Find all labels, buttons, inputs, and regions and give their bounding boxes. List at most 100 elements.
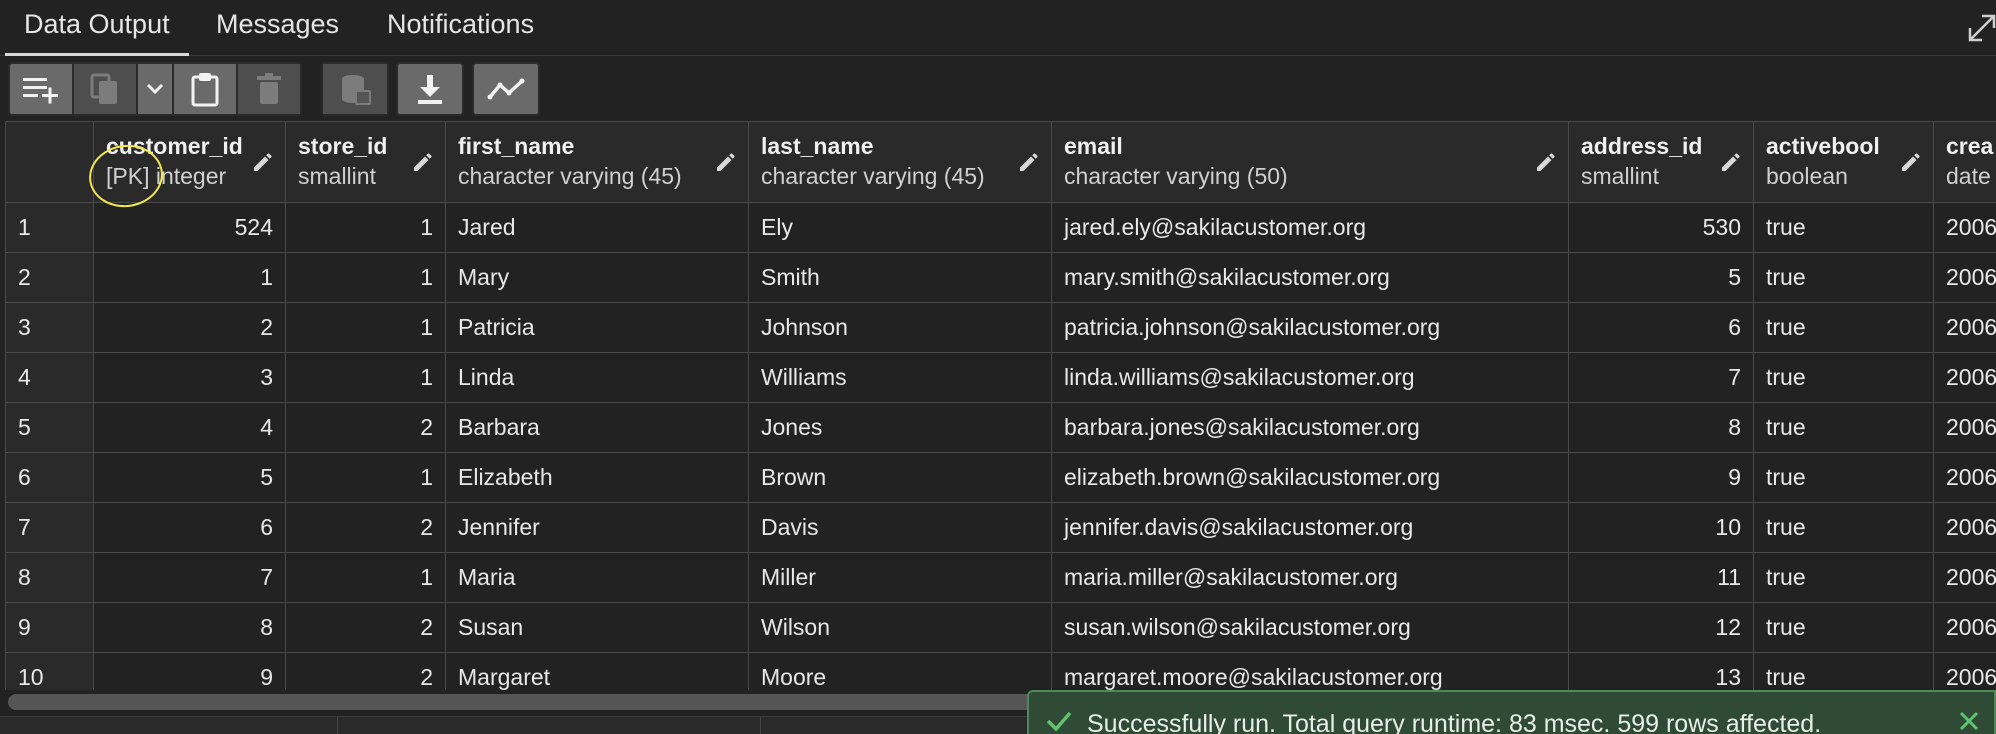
row-number[interactable]: 8	[5, 552, 94, 603]
cell-customer-id[interactable]: 5	[93, 452, 286, 503]
tab-data-output[interactable]: Data Output	[5, 0, 189, 56]
cell-activebool[interactable]: true	[1753, 652, 1934, 690]
column-header-crea[interactable]: crea date	[1933, 121, 1996, 203]
cell-store-id[interactable]: 1	[285, 202, 446, 253]
cell-crea[interactable]: 2006	[1933, 502, 1996, 553]
cell-address-id[interactable]: 10	[1568, 502, 1754, 553]
cell-address-id[interactable]: 530	[1568, 202, 1754, 253]
column-header-last-name[interactable]: last_name character varying (45)	[748, 121, 1052, 203]
cell-activebool[interactable]: true	[1753, 552, 1934, 603]
cell-email[interactable]: maria.miller@sakilacustomer.org	[1051, 552, 1569, 603]
cell-email[interactable]: linda.williams@sakilacustomer.org	[1051, 352, 1569, 403]
cell-first-name[interactable]: Mary	[445, 252, 749, 303]
edit-pencil-icon[interactable]	[251, 150, 275, 174]
cell-last-name[interactable]: Jones	[748, 402, 1052, 453]
cell-store-id[interactable]: 1	[285, 452, 446, 503]
cell-first-name[interactable]: Barbara	[445, 402, 749, 453]
row-number[interactable]: 4	[5, 352, 94, 403]
table-row[interactable]: 1 524 1 Jared Ely jared.ely@sakilacustomer.or…	[5, 202, 1996, 253]
cell-activebool[interactable]: true	[1753, 302, 1934, 353]
cell-address-id[interactable]: 8	[1568, 402, 1754, 453]
cell-customer-id[interactable]: 8	[93, 602, 286, 653]
close-icon[interactable]	[1958, 710, 1980, 732]
cell-store-id[interactable]: 1	[285, 252, 446, 303]
edit-pencil-icon[interactable]	[411, 150, 435, 174]
cell-customer-id[interactable]: 4	[93, 402, 286, 453]
cell-last-name[interactable]: Williams	[748, 352, 1052, 403]
cell-store-id[interactable]: 2	[285, 652, 446, 690]
table-row[interactable]: 7 6 2 Jennifer Davis jennifer.davis@sakilacus…	[5, 502, 1996, 553]
tab-messages[interactable]: Messages	[197, 0, 358, 56]
cell-crea[interactable]: 2006	[1933, 652, 1996, 690]
cell-email[interactable]: jared.ely@sakilacustomer.org	[1051, 202, 1569, 253]
cell-activebool[interactable]: true	[1753, 252, 1934, 303]
cell-email[interactable]: mary.smith@sakilacustomer.org	[1051, 252, 1569, 303]
copy-button[interactable]	[74, 64, 138, 114]
column-header-email[interactable]: email character varying (50)	[1051, 121, 1569, 203]
cell-store-id[interactable]: 2	[285, 502, 446, 553]
cell-store-id[interactable]: 2	[285, 402, 446, 453]
row-number[interactable]: 1	[5, 202, 94, 253]
download-button[interactable]	[398, 64, 462, 114]
cell-last-name[interactable]: Wilson	[748, 602, 1052, 653]
cell-address-id[interactable]: 11	[1568, 552, 1754, 603]
select-all-corner[interactable]	[5, 121, 94, 203]
cell-address-id[interactable]: 12	[1568, 602, 1754, 653]
cell-first-name[interactable]: Patricia	[445, 302, 749, 353]
cell-last-name[interactable]: Johnson	[748, 302, 1052, 353]
cell-email[interactable]: elizabeth.brown@sakilacustomer.org	[1051, 452, 1569, 503]
cell-email[interactable]: susan.wilson@sakilacustomer.org	[1051, 602, 1569, 653]
cell-crea[interactable]: 2006	[1933, 352, 1996, 403]
cell-customer-id[interactable]: 1	[93, 252, 286, 303]
cell-address-id[interactable]: 5	[1568, 252, 1754, 303]
cell-activebool[interactable]: true	[1753, 452, 1934, 503]
cell-last-name[interactable]: Miller	[748, 552, 1052, 603]
cell-first-name[interactable]: Jared	[445, 202, 749, 253]
cell-first-name[interactable]: Elizabeth	[445, 452, 749, 503]
cell-customer-id[interactable]: 9	[93, 652, 286, 690]
cell-last-name[interactable]: Ely	[748, 202, 1052, 253]
row-number[interactable]: 7	[5, 502, 94, 553]
cell-first-name[interactable]: Jennifer	[445, 502, 749, 553]
row-number[interactable]: 10	[5, 652, 94, 690]
cell-email[interactable]: jennifer.davis@sakilacustomer.org	[1051, 502, 1569, 553]
table-row[interactable]: 10 9 2 Margaret Moore margaret.moore@sakilacu…	[5, 652, 1996, 690]
cell-address-id[interactable]: 13	[1568, 652, 1754, 690]
row-number[interactable]: 2	[5, 252, 94, 303]
cell-address-id[interactable]: 9	[1568, 452, 1754, 503]
table-row[interactable]: 2 1 1 Mary Smith mary.smith@sakilacustomer.or…	[5, 252, 1996, 303]
cell-last-name[interactable]: Smith	[748, 252, 1052, 303]
cell-first-name[interactable]: Susan	[445, 602, 749, 653]
cell-last-name[interactable]: Brown	[748, 452, 1052, 503]
cell-store-id[interactable]: 1	[285, 352, 446, 403]
cell-address-id[interactable]: 6	[1568, 302, 1754, 353]
cell-activebool[interactable]: true	[1753, 502, 1934, 553]
paste-button[interactable]	[174, 64, 238, 114]
cell-store-id[interactable]: 1	[285, 552, 446, 603]
cell-customer-id[interactable]: 524	[93, 202, 286, 253]
edit-pencil-icon[interactable]	[1534, 150, 1558, 174]
cell-email[interactable]: barbara.jones@sakilacustomer.org	[1051, 402, 1569, 453]
data-grid[interactable]: customer_id [PK] integer store_id smallint f…	[5, 121, 1996, 690]
cell-last-name[interactable]: Davis	[748, 502, 1052, 553]
cell-crea[interactable]: 2006	[1933, 202, 1996, 253]
cell-email[interactable]: patricia.johnson@sakilacustomer.org	[1051, 302, 1569, 353]
cell-activebool[interactable]: true	[1753, 202, 1934, 253]
cell-customer-id[interactable]: 6	[93, 502, 286, 553]
cell-email[interactable]: margaret.moore@sakilacustomer.org	[1051, 652, 1569, 690]
cell-first-name[interactable]: Linda	[445, 352, 749, 403]
cell-activebool[interactable]: true	[1753, 602, 1934, 653]
cell-activebool[interactable]: true	[1753, 352, 1934, 403]
edit-pencil-icon[interactable]	[1719, 150, 1743, 174]
cell-crea[interactable]: 2006	[1933, 252, 1996, 303]
edit-pencil-icon[interactable]	[1017, 150, 1041, 174]
edit-pencil-icon[interactable]	[1899, 150, 1923, 174]
column-header-address-id[interactable]: address_id smallint	[1568, 121, 1754, 203]
cell-store-id[interactable]: 1	[285, 302, 446, 353]
cell-first-name[interactable]: Maria	[445, 552, 749, 603]
cell-address-id[interactable]: 7	[1568, 352, 1754, 403]
add-row-button[interactable]	[10, 64, 74, 114]
horizontal-scrollbar[interactable]	[8, 694, 1048, 710]
cell-activebool[interactable]: true	[1753, 402, 1934, 453]
cell-crea[interactable]: 2006	[1933, 302, 1996, 353]
